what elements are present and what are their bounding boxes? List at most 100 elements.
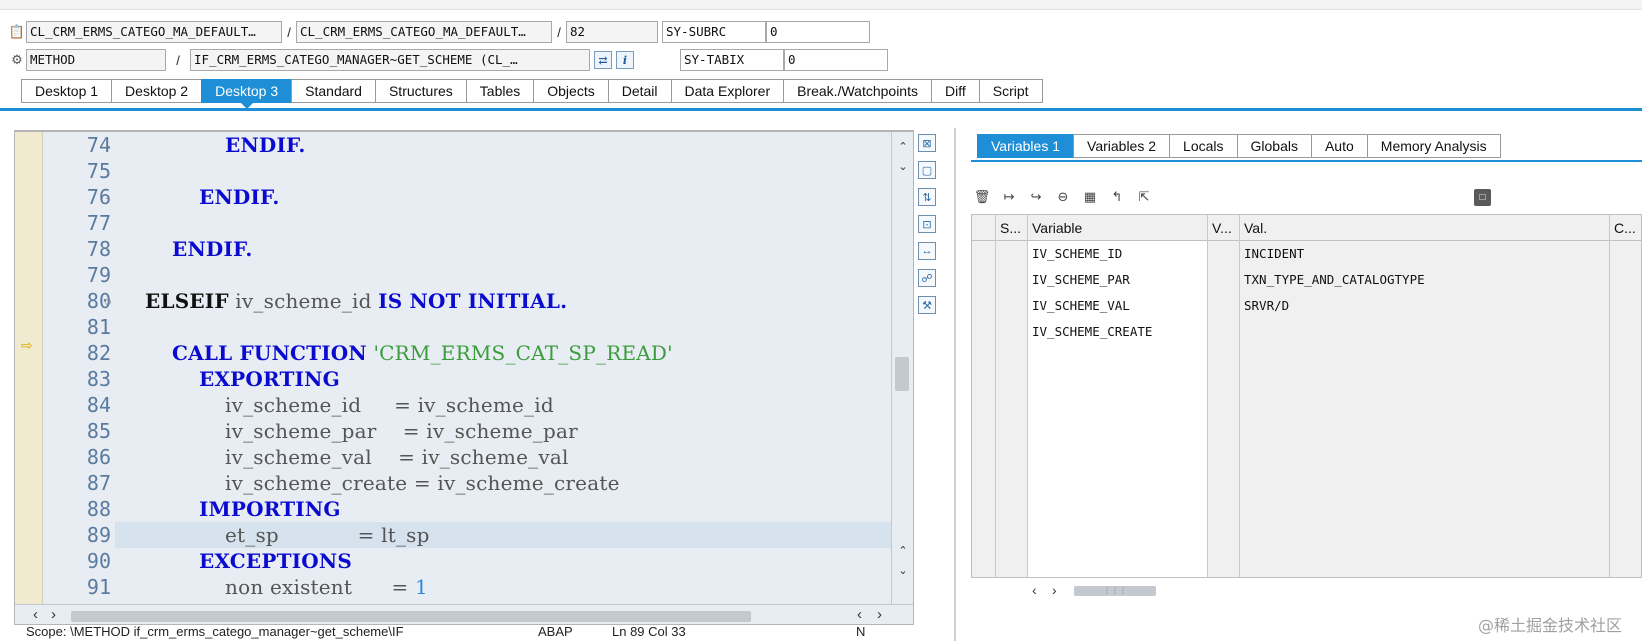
editor-horizontal-scrollbar[interactable]: ‹ › ‹ ›: [15, 604, 913, 624]
line-number: 90: [86, 549, 111, 573]
fold-marker[interactable]: ○: [103, 288, 113, 314]
scroll-down-icon[interactable]: ⌄: [896, 564, 910, 577]
keyword: IMPORTING: [199, 497, 341, 521]
variable-cell[interactable]: IV_SCHEME_PAR: [1028, 267, 1208, 293]
empty-row[interactable]: [972, 371, 1641, 397]
grid-horizontal-scrollbar[interactable]: ‹ › ⋮⋮⋮: [1030, 582, 1170, 598]
fold-marker[interactable]: -: [103, 236, 113, 262]
export-icon[interactable]: ⇱: [1135, 188, 1153, 206]
scroll-left-icon[interactable]: ‹: [857, 606, 862, 623]
pane-divider[interactable]: [954, 128, 956, 641]
tab-locals[interactable]: Locals: [1169, 134, 1237, 158]
tab-auto[interactable]: Auto: [1310, 134, 1367, 158]
row-selector[interactable]: [972, 319, 996, 345]
empty-row[interactable]: [972, 475, 1641, 501]
source-code-editor[interactable]: ⇨ 74 75 76 77 78 79 80 81 82 83 84 85 86…: [14, 130, 914, 625]
new-window-icon[interactable]: ▢: [918, 161, 936, 179]
column-header-v[interactable]: V...: [1208, 215, 1240, 241]
empty-row[interactable]: [972, 527, 1641, 553]
code-text-area[interactable]: ENDIF. ENDIF. ENDIF. ELSEIF iv_scheme_id…: [115, 132, 905, 604]
empty-row[interactable]: [972, 397, 1641, 423]
copy-icon[interactable]: ↪: [1027, 188, 1045, 206]
delete-row-icon[interactable]: ⊖: [1054, 188, 1072, 206]
line-number: 82: [86, 341, 111, 365]
tab-globals[interactable]: Globals: [1236, 134, 1311, 158]
scroll-thumb[interactable]: ⋮⋮⋮: [1074, 586, 1156, 596]
scroll-down-icon[interactable]: ⌄: [896, 160, 910, 173]
tab-script[interactable]: Script: [978, 79, 1043, 103]
program-field[interactable]: CL_CRM_ERMS_CATEGO_MA_DEFAULT…: [26, 21, 282, 43]
tree-icon[interactable]: ↰: [1108, 188, 1126, 206]
navigate-icon[interactable]: ⇄: [594, 51, 612, 69]
empty-row[interactable]: [972, 345, 1641, 371]
headset-icon[interactable]: ☍: [918, 269, 936, 287]
sy-subrc-value[interactable]: 0: [766, 21, 870, 43]
empty-row[interactable]: [972, 423, 1641, 449]
scroll-right-icon[interactable]: ›: [51, 606, 56, 623]
value-cell[interactable]: [1240, 319, 1610, 345]
scroll-left-icon[interactable]: ‹: [1032, 582, 1037, 598]
line-field[interactable]: 82: [566, 21, 658, 43]
variable-cell[interactable]: IV_SCHEME_CREATE: [1028, 319, 1208, 345]
table-row[interactable]: IV_SCHEME_CREATE: [972, 319, 1641, 345]
close-icon[interactable]: ⊠: [918, 134, 936, 152]
tab-data-explorer[interactable]: Data Explorer: [670, 79, 784, 103]
fold-marker[interactable]: -: [103, 184, 113, 210]
tab-desktop-3[interactable]: Desktop 3: [201, 79, 292, 109]
scroll-right-icon[interactable]: ›: [1052, 582, 1057, 598]
scroll-thumb[interactable]: [895, 357, 909, 391]
insert-icon[interactable]: ↦: [1000, 188, 1018, 206]
tab-standard[interactable]: Standard: [291, 79, 375, 103]
include-field[interactable]: CL_CRM_ERMS_CATEGO_MA_DEFAULT…: [296, 21, 552, 43]
tab-desktop-1[interactable]: Desktop 1: [21, 79, 112, 103]
row-selector[interactable]: [972, 293, 996, 319]
separator: /: [557, 24, 561, 40]
column-header-variable[interactable]: Variable: [1028, 215, 1208, 241]
table-row[interactable]: IV_SCHEME_PAR TXN_TYPE_AND_CATALOGTYPE: [972, 267, 1641, 293]
empty-row[interactable]: [972, 449, 1641, 475]
variable-cell[interactable]: IV_SCHEME_ID: [1028, 241, 1208, 267]
empty-row[interactable]: [972, 501, 1641, 527]
tab-desktop-2[interactable]: Desktop 2: [111, 79, 202, 103]
scroll-right-icon[interactable]: ›: [877, 606, 882, 623]
fold-marker[interactable]: -: [103, 132, 113, 158]
event-type-field[interactable]: METHOD: [26, 49, 166, 71]
trash-icon[interactable]: 🗑: [973, 188, 991, 206]
editor-vertical-scrollbar[interactable]: ⌃ ⌄ ⌃ ⌄: [891, 132, 913, 604]
save-icon[interactable]: □: [1474, 189, 1491, 206]
grid-icon[interactable]: ▦: [1081, 188, 1099, 206]
tab-variables-1[interactable]: Variables 1: [977, 134, 1074, 158]
tab-variables-2[interactable]: Variables 2: [1073, 134, 1170, 158]
scroll-up-icon[interactable]: ⌃: [896, 140, 910, 153]
value-cell[interactable]: INCIDENT: [1240, 241, 1610, 267]
scroll-thumb[interactable]: [71, 611, 751, 622]
column-header-c[interactable]: C...: [1610, 215, 1641, 241]
row-selector[interactable]: [972, 267, 996, 293]
tab-objects[interactable]: Objects: [533, 79, 608, 103]
tab-detail[interactable]: Detail: [607, 79, 671, 103]
variable-cell[interactable]: IV_SCHEME_VAL: [1028, 293, 1208, 319]
row-selector[interactable]: [972, 241, 996, 267]
table-row[interactable]: IV_SCHEME_ID INCIDENT: [972, 241, 1641, 267]
identifier: iv_scheme_id: [228, 289, 379, 313]
column-header-status[interactable]: S...: [996, 215, 1028, 241]
tab-tables[interactable]: Tables: [465, 79, 534, 103]
table-row[interactable]: IV_SCHEME_VAL SRVR/D: [972, 293, 1641, 319]
sy-tabix-value[interactable]: 0: [784, 49, 888, 71]
column-header-value[interactable]: Val.: [1240, 215, 1610, 241]
tab-diff[interactable]: Diff: [930, 79, 979, 103]
tab-break-watchpoints[interactable]: Break./Watchpoints: [783, 79, 931, 103]
tab-structures[interactable]: Structures: [374, 79, 466, 103]
tab-memory-analysis[interactable]: Memory Analysis: [1366, 134, 1501, 158]
value-cell[interactable]: SRVR/D: [1240, 293, 1610, 319]
maximize-icon[interactable]: ⊡: [918, 215, 936, 233]
event-field[interactable]: IF_CRM_ERMS_CATEGO_MANAGER~GET_SCHEME (C…: [190, 49, 590, 71]
resize-icon[interactable]: ↔: [918, 242, 936, 260]
tools-icon[interactable]: ⚒: [918, 296, 936, 314]
scroll-up-icon[interactable]: ⌃: [896, 544, 910, 557]
scroll-left-icon[interactable]: ‹: [33, 606, 38, 623]
value-cell[interactable]: TXN_TYPE_AND_CATALOGTYPE: [1240, 267, 1610, 293]
empty-row[interactable]: [972, 553, 1641, 577]
swap-icon[interactable]: ⇅: [918, 188, 936, 206]
info-icon[interactable]: i: [616, 51, 634, 69]
